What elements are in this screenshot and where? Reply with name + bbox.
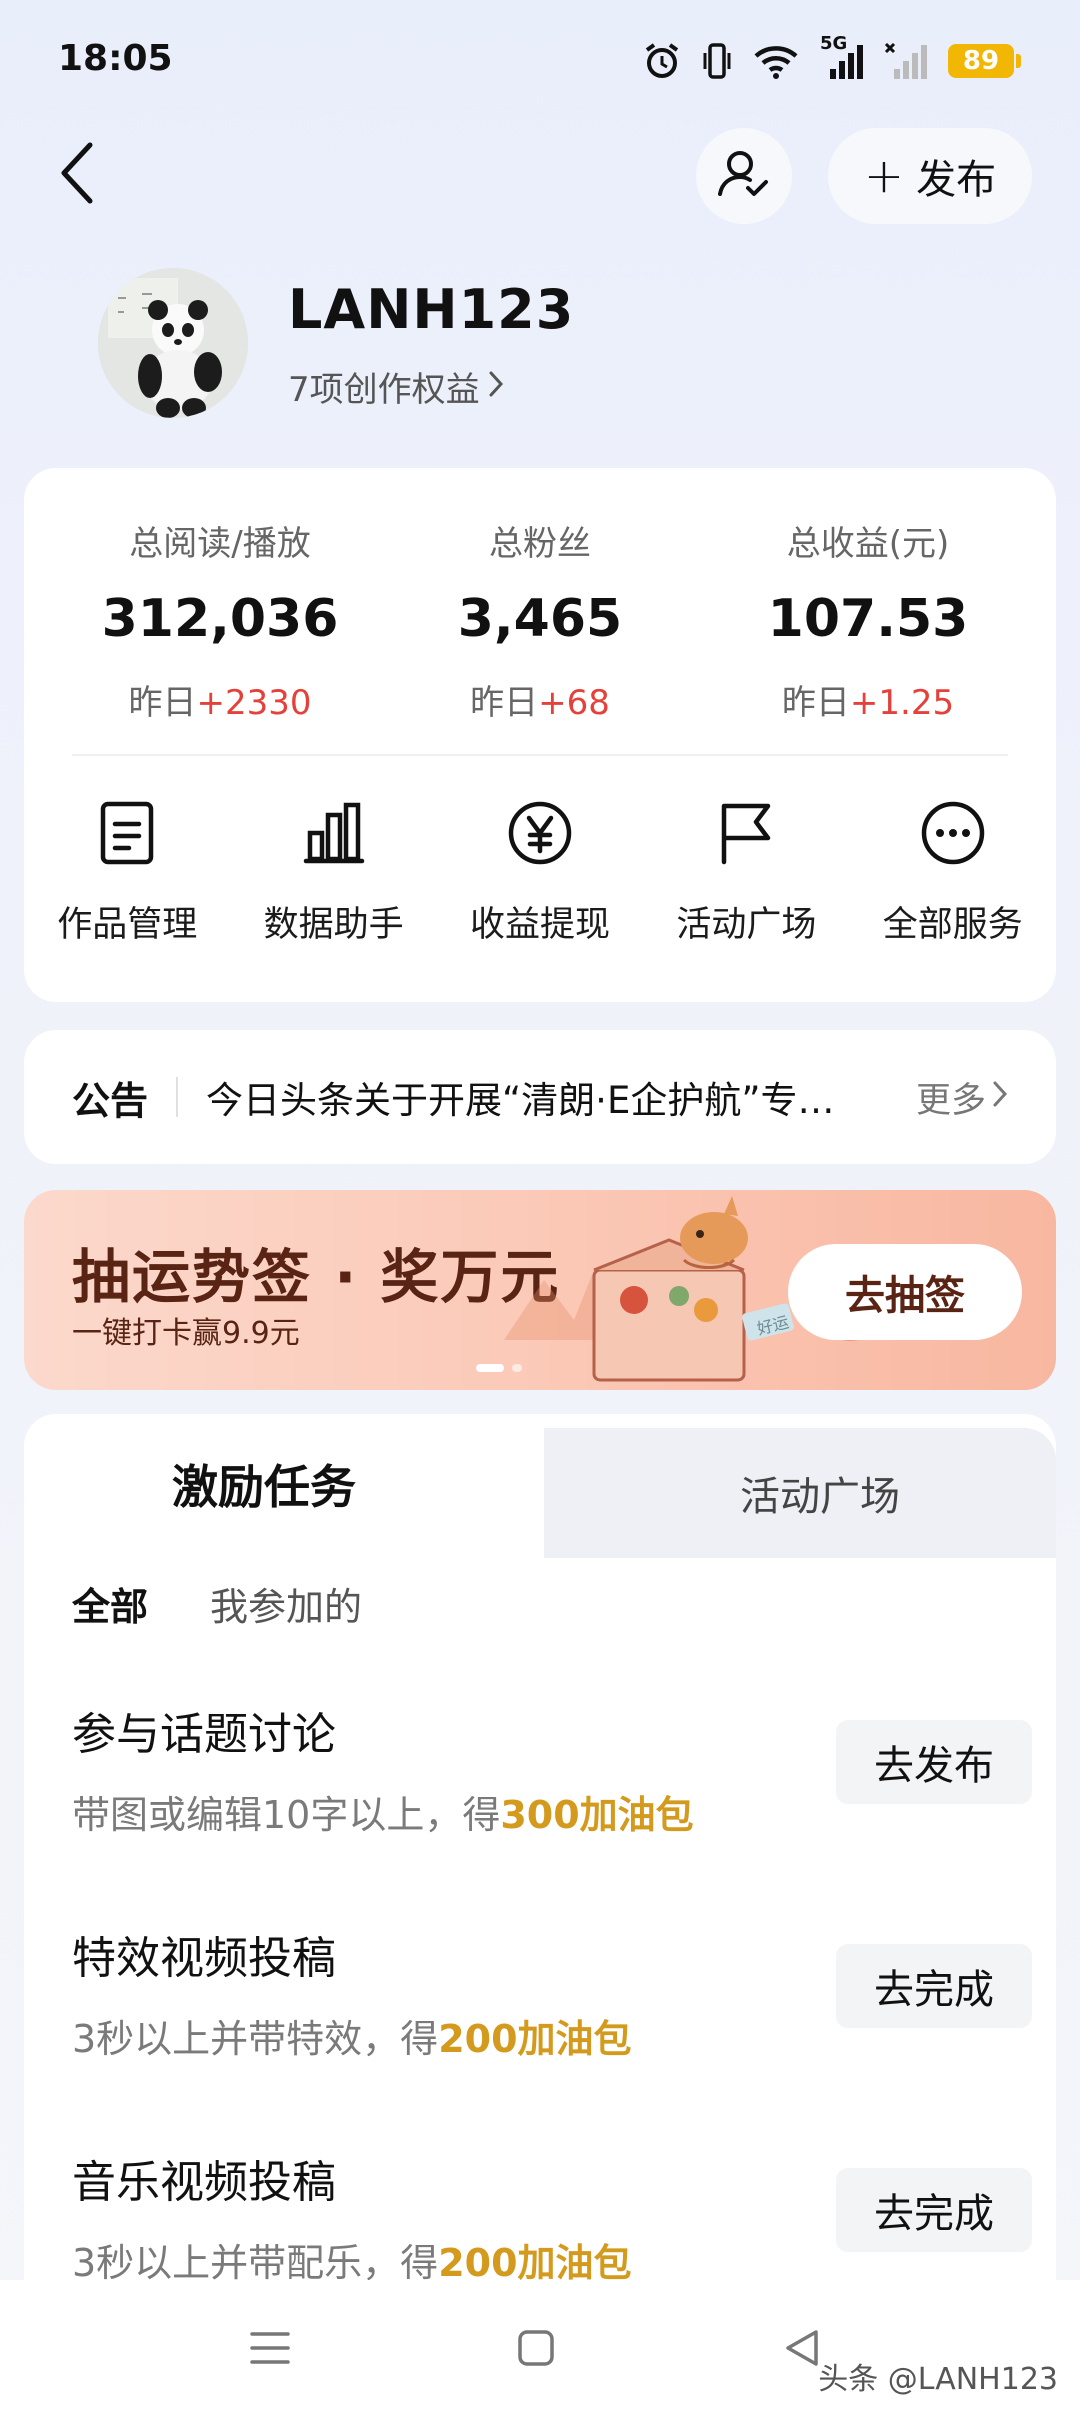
- divider: [176, 1077, 179, 1117]
- tasks-card: 激励任务 活动广场 全部 我参加的 参与话题讨论 带图或编辑10字以上，得300…: [24, 1414, 1056, 2412]
- announcement-title: 公告: [72, 1078, 149, 1123]
- home-button[interactable]: [506, 2320, 566, 2380]
- alarm-icon: [642, 41, 682, 81]
- service-all-services[interactable]: 全部服务: [850, 798, 1056, 947]
- draw-button[interactable]: 去抽签: [788, 1244, 1022, 1340]
- signal-icon: [884, 41, 928, 81]
- stat-value: 3,465: [457, 589, 623, 649]
- status-icons: 5G 89: [642, 33, 1021, 86]
- home-square-icon: [516, 2328, 556, 2372]
- task-desc-text: 3秒以上并带特效，得: [72, 2017, 439, 2061]
- flag-icon: [711, 798, 781, 868]
- task-action-button[interactable]: 去完成: [836, 2168, 1032, 2252]
- banner-subtitle: 一键打卡赢9.9元: [72, 1316, 300, 1351]
- stat-reads[interactable]: 总阅读/播放 312,036 昨日+2330: [70, 516, 370, 724]
- stat-change-delta: +68: [538, 683, 610, 723]
- plus-icon: +: [863, 148, 905, 204]
- chevron-left-icon: [58, 141, 98, 209]
- service-grid: 作品管理 数据助手 收益提现 活动广场 全部服务: [24, 798, 1056, 947]
- service-data-assistant[interactable]: 数据助手: [230, 798, 436, 947]
- status-bar: 18:05 5G 89: [0, 0, 1080, 120]
- stat-earnings[interactable]: 总收益(元) 107.53 昨日+1.25: [718, 516, 1018, 724]
- filter-all[interactable]: 全部: [72, 1576, 148, 1631]
- task-reward: 200加油包: [438, 2017, 632, 2061]
- publish-label: 发布: [916, 157, 997, 203]
- stat-change-delta: +1.25: [849, 683, 955, 723]
- announcement-more-link[interactable]: 更多: [916, 1072, 1008, 1123]
- stat-label: 总粉丝: [489, 524, 591, 564]
- service-label: 作品管理: [57, 905, 198, 945]
- task-item: 参与话题讨论 带图或编辑10字以上，得300加油包 去发布: [72, 1698, 1032, 1858]
- chevron-right-icon: [992, 1077, 1008, 1117]
- follow-button[interactable]: [696, 128, 792, 224]
- carousel-dot: [512, 1364, 522, 1372]
- vibrate-icon: [702, 41, 732, 81]
- task-action-button[interactable]: 去发布: [836, 1720, 1032, 1804]
- stat-change: 昨日+68: [390, 675, 690, 724]
- carousel-indicator: [476, 1364, 522, 1372]
- wifi-icon: [752, 42, 800, 80]
- document-icon: [92, 798, 162, 868]
- fortune-draw-banner[interactable]: 抽运势签 · 奖万元 一键打卡赢9.9元 好运 去抽签: [24, 1190, 1056, 1390]
- status-time: 18:05: [58, 38, 173, 79]
- stat-change-prefix: 昨日: [470, 683, 539, 723]
- service-label: 全部服务: [882, 905, 1023, 945]
- more-icon: [918, 798, 988, 868]
- yen-icon: [505, 798, 575, 868]
- carousel-dot-active: [476, 1364, 504, 1372]
- stat-label: 总收益(元): [786, 524, 950, 564]
- task-item: 特效视频投稿 3秒以上并带特效，得200加油包 去完成: [72, 1922, 1032, 2082]
- menu-button[interactable]: [240, 2320, 300, 2380]
- watermark: 头条 @LANH123: [818, 2362, 1058, 2397]
- task-desc-text: 3秒以上并带配乐，得: [72, 2241, 439, 2285]
- task-reward: 300加油包: [500, 1793, 694, 1837]
- stat-change-delta: +2330: [196, 683, 312, 723]
- stat-change: 昨日+2330: [70, 675, 370, 724]
- avatar[interactable]: [98, 268, 248, 418]
- stat-label: 总阅读/播放: [129, 524, 311, 564]
- stat-value: 107.53: [767, 589, 969, 649]
- stat-change-prefix: 昨日: [781, 683, 850, 723]
- filter-joined[interactable]: 我参加的: [210, 1576, 362, 1631]
- stat-change-prefix: 昨日: [128, 683, 197, 723]
- stat-change: 昨日+1.25: [718, 675, 1018, 724]
- battery-icon: 89: [948, 44, 1021, 78]
- service-activity-plaza[interactable]: 活动广场: [643, 798, 849, 947]
- more-label: 更多: [915, 1080, 986, 1121]
- user-check-icon: [716, 146, 772, 206]
- back-triangle-icon: [782, 2328, 822, 2372]
- divider: [72, 754, 1008, 756]
- task-reward: 200加油包: [438, 2241, 632, 2285]
- chevron-right-icon: [488, 367, 504, 407]
- task-desc-text: 带图或编辑10字以上，得: [72, 1793, 501, 1837]
- stats-card: 总阅读/播放 312,036 昨日+2330 总粉丝 3,465 昨日+68 总…: [24, 468, 1056, 1002]
- service-label: 数据助手: [263, 905, 404, 945]
- benefits-label: 7项创作权益: [288, 370, 480, 410]
- stat-fans[interactable]: 总粉丝 3,465 昨日+68: [390, 516, 690, 724]
- announcement-bar[interactable]: 公告 今日头条关于开展“清朗·E企护航”专项行动的公告 更多: [24, 1030, 1056, 1164]
- bar-chart-icon: [299, 798, 369, 868]
- task-filters: 全部 我参加的: [72, 1576, 362, 1631]
- network-label: 5G: [820, 33, 848, 54]
- menu-icon: [248, 2328, 292, 2372]
- service-earnings-withdraw[interactable]: 收益提现: [437, 798, 643, 947]
- task-action-button[interactable]: 去完成: [836, 1944, 1032, 2028]
- tab-incentive-tasks[interactable]: 激励任务: [24, 1414, 544, 1554]
- announcement-text[interactable]: 今日头条关于开展“清朗·E企护航”专项行动的公告: [206, 1070, 846, 1124]
- service-works-management[interactable]: 作品管理: [24, 798, 230, 947]
- publish-button[interactable]: + 发布: [828, 128, 1032, 224]
- service-label: 活动广场: [676, 905, 817, 945]
- tab-activity-plaza[interactable]: 活动广场: [584, 1428, 1056, 1558]
- service-label: 收益提现: [469, 905, 610, 945]
- back-button[interactable]: [48, 140, 108, 210]
- stat-value: 312,036: [101, 589, 339, 649]
- signal-5g-icon: 5G: [820, 33, 864, 81]
- username: LANH123: [288, 278, 575, 341]
- creator-benefits-link[interactable]: 7项创作权益: [288, 362, 504, 411]
